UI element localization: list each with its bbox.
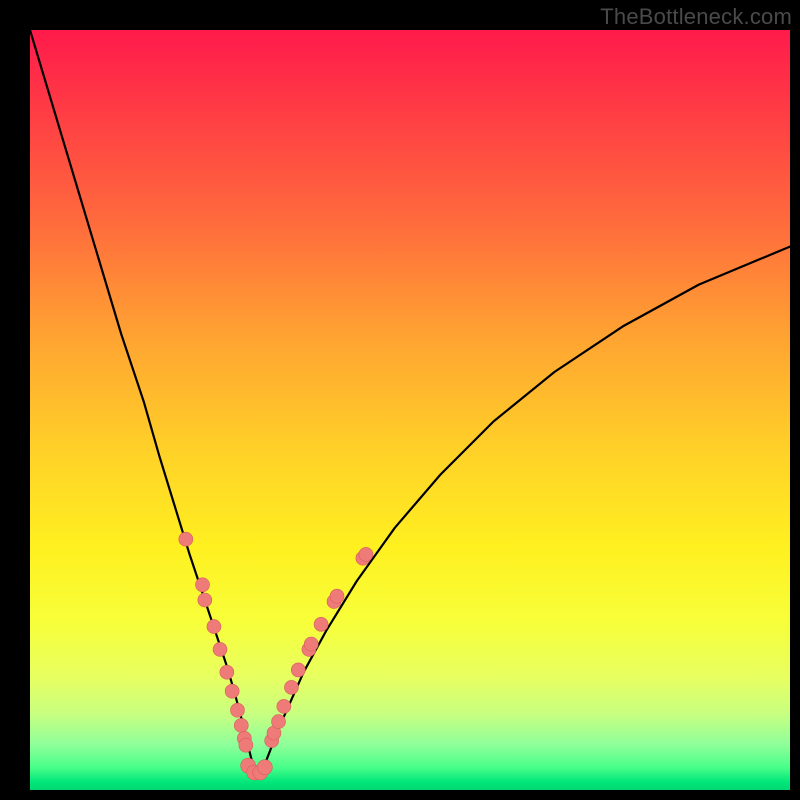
plot-area: [30, 30, 790, 790]
data-point: [207, 620, 221, 634]
data-point: [304, 637, 318, 651]
watermark-text: TheBottleneck.com: [600, 4, 792, 30]
data-point: [330, 589, 344, 603]
data-point: [239, 738, 253, 752]
data-markers: [179, 532, 373, 780]
data-point: [257, 760, 272, 775]
chart-frame: TheBottleneck.com: [0, 0, 800, 800]
data-point: [230, 703, 244, 717]
data-point: [277, 699, 291, 713]
data-point: [225, 684, 239, 698]
data-point: [291, 663, 305, 677]
data-point: [198, 593, 212, 607]
data-point: [213, 642, 227, 656]
data-point: [284, 680, 298, 694]
data-point: [314, 617, 328, 631]
data-point: [220, 665, 234, 679]
chart-overlay: [30, 30, 790, 790]
data-point: [272, 715, 286, 729]
bottleneck-curve: [30, 30, 790, 773]
data-point: [196, 578, 210, 592]
data-point: [234, 718, 248, 732]
data-point: [179, 532, 193, 546]
data-point: [359, 547, 373, 561]
